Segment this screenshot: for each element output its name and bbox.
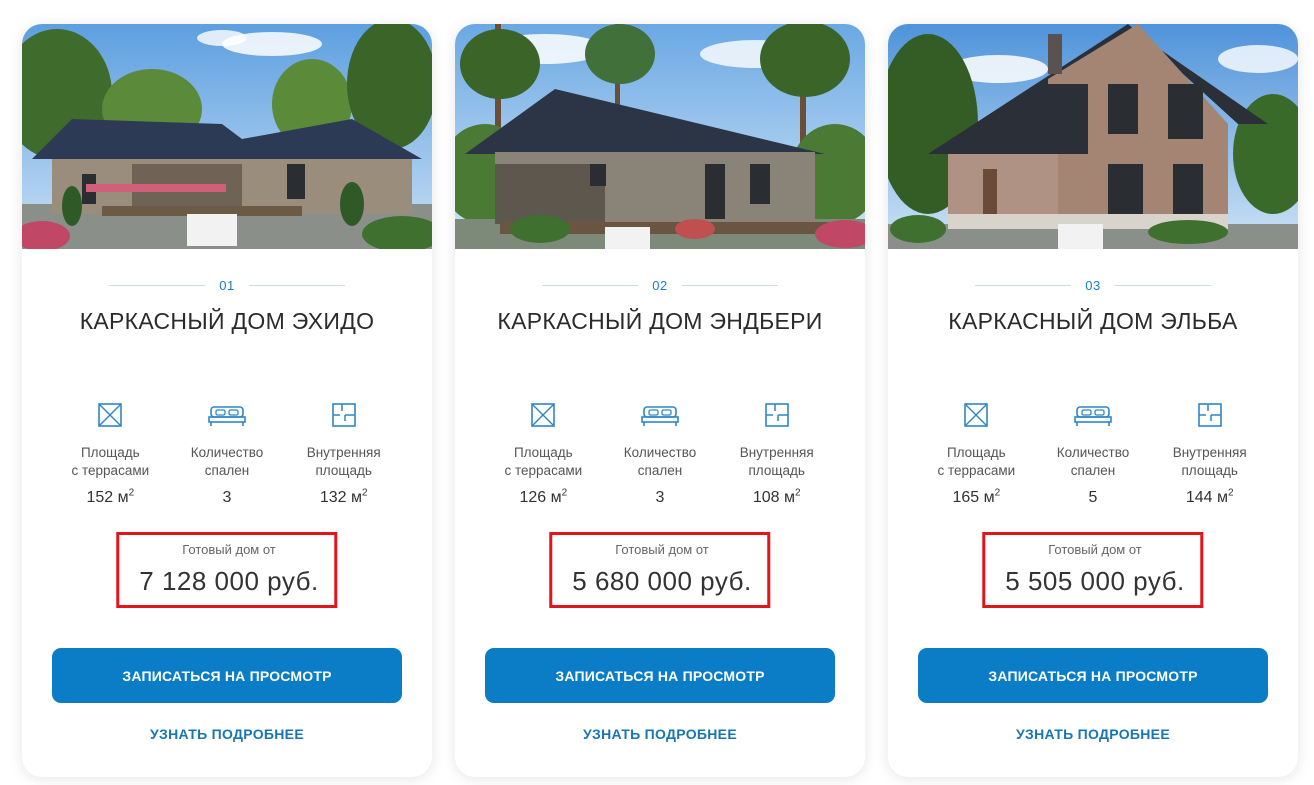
stat-label: Площадь с террасами	[71, 445, 150, 478]
card-number-row: 03	[888, 278, 1298, 293]
stat-value: 144 м2	[1185, 487, 1234, 506]
stat-area: Площадь с террасами 152 м2	[52, 400, 169, 507]
stat-value: 152 м2	[86, 487, 135, 506]
price-value: 5 505 000 руб.	[1005, 566, 1185, 596]
stat-inner-area: Внутренняя площадь 108 м2	[718, 400, 835, 507]
bed-icon	[1035, 400, 1152, 430]
floorplan-icon	[1151, 400, 1268, 430]
stat-value: 5	[1088, 489, 1098, 506]
card-number-row: 02	[455, 278, 865, 293]
price-box: Готовый дом от 7 128 000 руб.	[116, 532, 338, 608]
stat-area: Площадь с террасами 126 м2	[485, 400, 602, 507]
house-photo-3[interactable]	[888, 24, 1298, 249]
divider-line	[681, 285, 778, 286]
price-label: Готовый дом от	[1048, 542, 1142, 557]
house-card-1: 01 КАРКАСНЫЙ ДОМ ЭХИДО Площадь с террасам…	[22, 24, 432, 777]
stat-area: Площадь с террасами 165 м2	[918, 400, 1035, 507]
book-viewing-button[interactable]: ЗАПИСАТЬСЯ НА ПРОСМОТР	[918, 648, 1268, 703]
card-number: 01	[219, 278, 235, 293]
house-photo-1[interactable]	[22, 24, 432, 249]
book-viewing-button[interactable]: ЗАПИСАТЬСЯ НА ПРОСМОТР	[485, 648, 835, 703]
stat-label: Внутренняя площадь	[1172, 445, 1247, 478]
card-title: КАРКАСНЫЙ ДОМ ЭХИДО	[79, 308, 375, 334]
stat-label: Площадь с террасами	[504, 445, 583, 478]
stat-inner-area: Внутренняя площадь 132 м2	[285, 400, 402, 507]
price-box: Готовый дом от 5 680 000 руб.	[549, 532, 771, 608]
house-stats: Площадь с террасами 126 м2 Количество спал…	[485, 400, 835, 507]
divider-line	[1114, 285, 1211, 286]
price-label: Готовый дом от	[182, 542, 276, 557]
stat-value: 126 м2	[519, 487, 568, 506]
stat-value: 132 м2	[319, 487, 368, 506]
area-icon	[918, 400, 1035, 430]
learn-more-link[interactable]: УЗНАТЬ ПОДРОБНЕЕ	[22, 726, 432, 742]
stat-label: Площадь с террасами	[937, 445, 1016, 478]
card-title: КАРКАСНЫЙ ДОМ ЭЛЬБА	[948, 308, 1238, 334]
divider-line	[109, 285, 206, 286]
learn-more-link[interactable]: УЗНАТЬ ПОДРОБНЕЕ	[888, 726, 1298, 742]
stat-value: 108 м2	[752, 487, 801, 506]
card-title: КАРКАСНЫЙ ДОМ ЭНДБЕРИ	[497, 308, 823, 334]
stat-value: 165 м2	[952, 487, 1001, 506]
stat-value: 3	[222, 489, 232, 506]
area-icon	[52, 400, 169, 430]
house-photo-2[interactable]	[455, 24, 865, 249]
house-card-3: 03 КАРКАСНЫЙ ДОМ ЭЛЬБА Площадь с террасам…	[888, 24, 1298, 777]
book-viewing-button[interactable]: ЗАПИСАТЬСЯ НА ПРОСМОТР	[52, 648, 402, 703]
card-number: 02	[652, 278, 668, 293]
floorplan-icon	[718, 400, 835, 430]
stat-value: 3	[655, 489, 665, 506]
divider-line	[248, 285, 345, 286]
card-number: 03	[1085, 278, 1101, 293]
card-number-row: 01	[22, 278, 432, 293]
floorplan-icon	[285, 400, 402, 430]
area-icon	[485, 400, 602, 430]
bed-icon	[169, 400, 286, 430]
stat-inner-area: Внутренняя площадь 144 м2	[1151, 400, 1268, 507]
bed-icon	[602, 400, 719, 430]
house-card-2: 02 КАРКАСНЫЙ ДОМ ЭНДБЕРИ Площадь с террас…	[455, 24, 865, 777]
divider-line	[542, 285, 639, 286]
stat-label: Внутренняя площадь	[739, 445, 814, 478]
stat-label: Количество спален	[623, 445, 697, 478]
stat-label: Количество спален	[190, 445, 264, 478]
price-value: 5 680 000 руб.	[572, 566, 752, 596]
price-label: Готовый дом от	[615, 542, 709, 557]
price-value: 7 128 000 руб.	[139, 566, 319, 596]
stat-bedrooms: Количество спален 5	[1035, 400, 1152, 507]
stat-bedrooms: Количество спален 3	[169, 400, 286, 507]
stat-bedrooms: Количество спален 3	[602, 400, 719, 507]
price-box: Готовый дом от 5 505 000 руб.	[982, 532, 1204, 608]
house-stats: Площадь с террасами 152 м2 Количество спал…	[52, 400, 402, 507]
divider-line	[975, 285, 1072, 286]
learn-more-link[interactable]: УЗНАТЬ ПОДРОБНЕЕ	[455, 726, 865, 742]
stat-label: Внутренняя площадь	[306, 445, 381, 478]
stat-label: Количество спален	[1056, 445, 1130, 478]
house-stats: Площадь с террасами 165 м2 Количество спал…	[918, 400, 1268, 507]
